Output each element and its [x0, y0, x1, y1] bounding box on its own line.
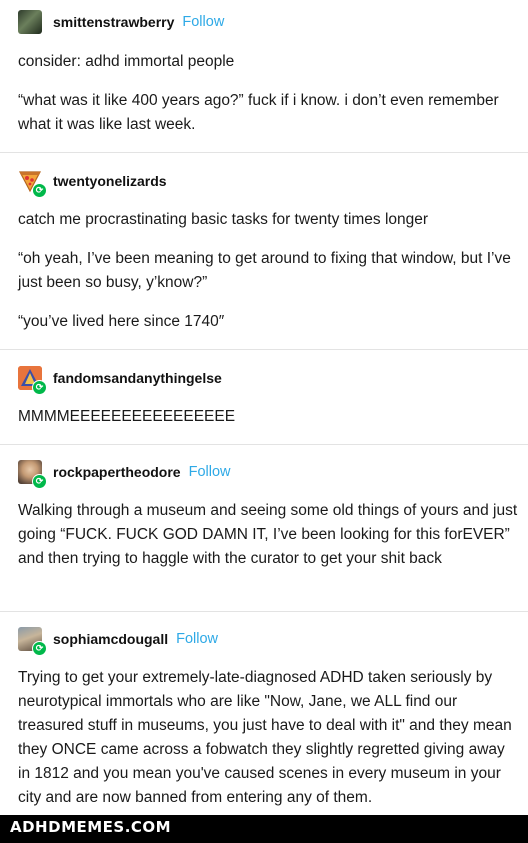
avatar[interactable]: ⟳ — [18, 460, 47, 489]
post-text: catch me procrastinating basic tasks for… — [18, 211, 429, 228]
divider — [0, 152, 528, 153]
post-header: ⟳ fandomsandanythingelse — [18, 365, 222, 395]
reblog-icon: ⟳ — [32, 474, 47, 489]
post-header: ⟳ rockpapertheodore Follow — [18, 459, 231, 489]
reblog-icon: ⟳ — [32, 183, 47, 198]
post-text: Trying to get your extremely-late-diagno… — [18, 669, 512, 806]
post-text: “what was it like 400 years ago?” fuck i… — [18, 92, 499, 133]
avatar[interactable] — [18, 10, 42, 34]
post-header: ⟳ twentyonelizards — [18, 168, 167, 198]
follow-button[interactable]: Follow — [182, 14, 224, 30]
username[interactable]: rockpapertheodore — [53, 464, 181, 480]
post-text: MMMMEEEEEEEEEEEEEEEE — [18, 408, 236, 425]
avatar[interactable]: ⟳ — [18, 169, 47, 198]
watermark-text: ADHDMEMES.COM — [10, 818, 172, 836]
follow-button[interactable]: Follow — [189, 464, 231, 480]
divider — [0, 611, 528, 612]
reblog-icon: ⟳ — [32, 641, 47, 656]
post-text: “oh yeah, I’ve been meaning to get aroun… — [18, 250, 511, 291]
post-header: smittenstrawberry Follow — [18, 9, 224, 35]
divider — [0, 349, 528, 350]
post-header: ⟳ sophiamcdougall Follow — [18, 626, 218, 656]
avatar[interactable]: ⟳ — [18, 366, 47, 395]
post-text: consider: adhd immortal people — [18, 53, 235, 70]
reblog-icon: ⟳ — [32, 380, 47, 395]
post-text: Walking through a museum and seeing some… — [18, 502, 518, 567]
username[interactable]: twentyonelizards — [53, 173, 167, 189]
watermark-bar: ADHDMEMES.COM — [0, 815, 528, 843]
avatar[interactable]: ⟳ — [18, 627, 47, 656]
username[interactable]: fandomsandanythingelse — [53, 370, 222, 386]
username[interactable]: smittenstrawberry — [53, 14, 174, 30]
username[interactable]: sophiamcdougall — [53, 631, 168, 647]
post-text: “you’ve lived here since 1740″ — [18, 313, 225, 330]
divider — [0, 444, 528, 445]
follow-button[interactable]: Follow — [176, 631, 218, 647]
